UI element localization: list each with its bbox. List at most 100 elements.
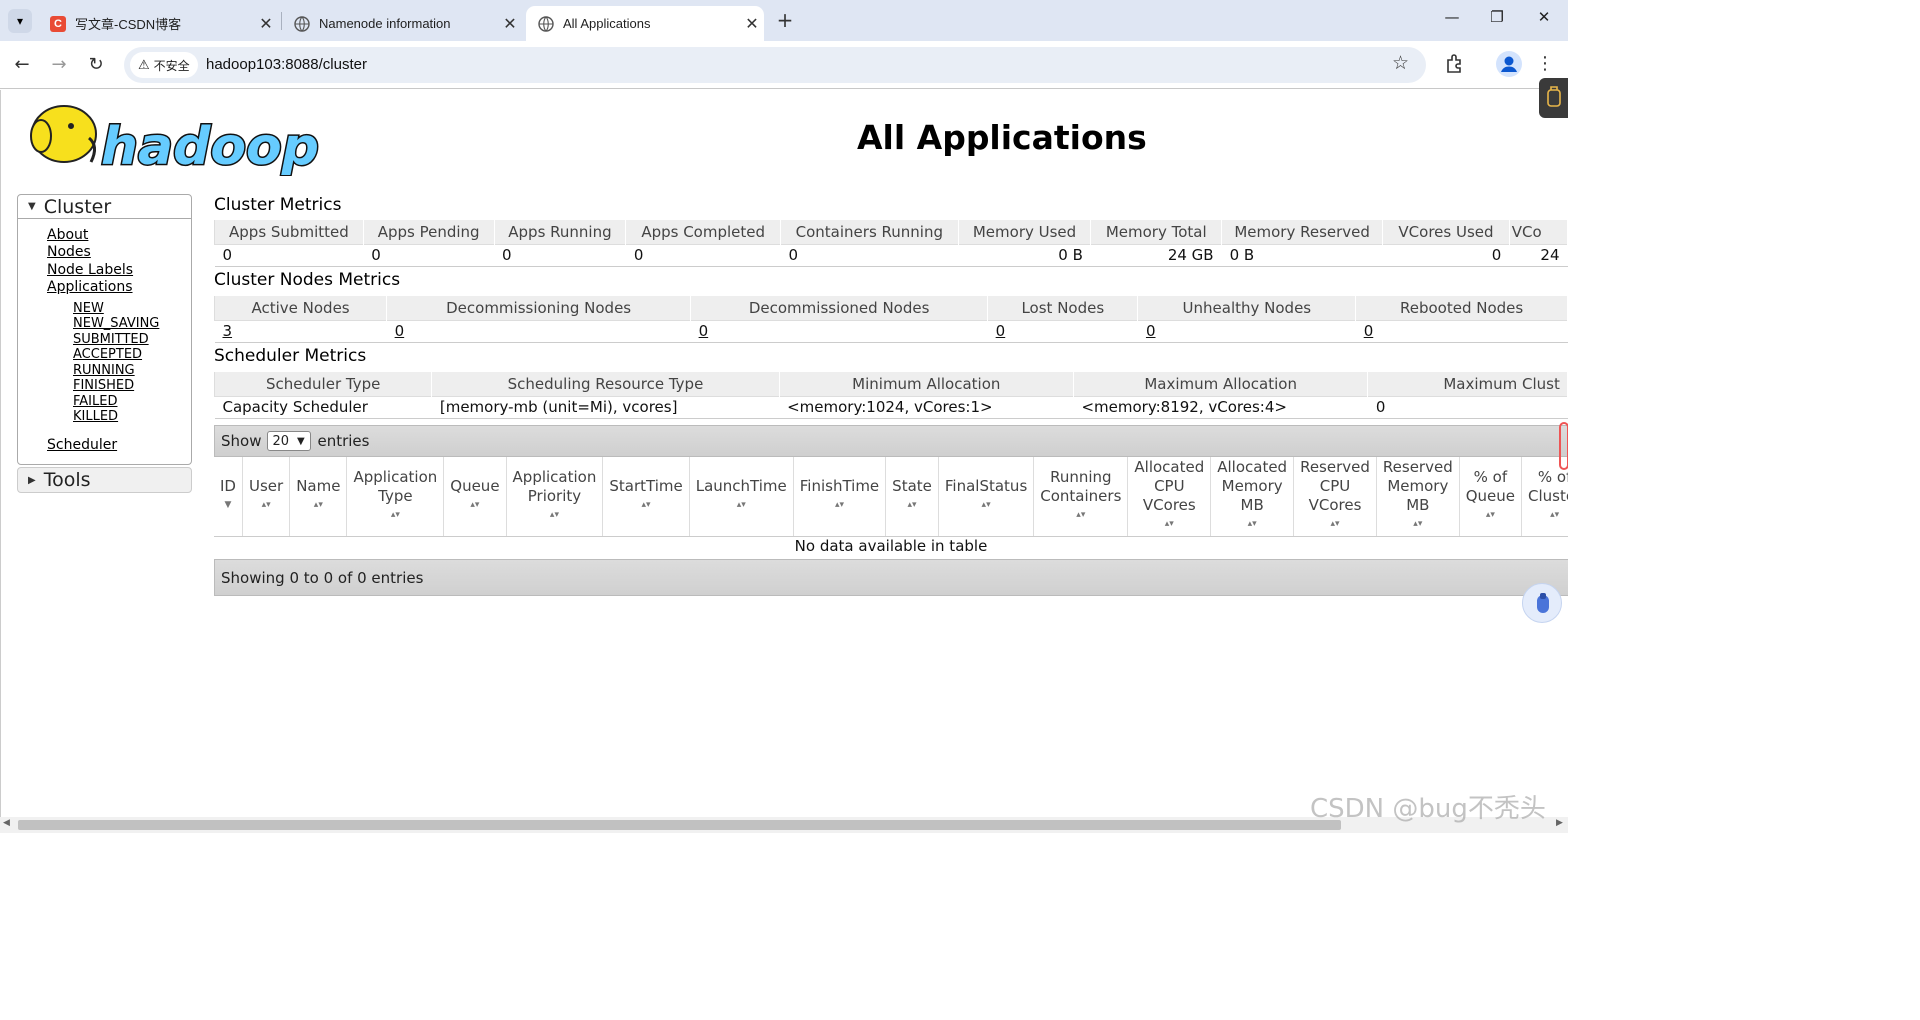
nav-app-accepted[interactable]: ACCEPTED — [73, 347, 142, 362]
close-tab-icon[interactable]: ✕ — [254, 14, 278, 34]
sort-icon: ▴▾ — [907, 500, 917, 511]
metric-value: 0 — [780, 243, 959, 267]
close-tab-icon[interactable]: ✕ — [740, 14, 764, 34]
chevron-down-icon: ▼ — [297, 435, 305, 447]
security-chip[interactable]: ⚠ 不安全 — [130, 52, 198, 78]
decommissioned-nodes-link[interactable]: 0 — [699, 322, 709, 340]
nav-app-failed[interactable]: FAILED — [73, 394, 117, 409]
app-col-header[interactable]: Running Containers ▴▾ — [1033, 457, 1129, 537]
sort-icon: ▴▾ — [1164, 519, 1174, 530]
cluster-label: Cluster — [43, 195, 112, 218]
side-panel-toggle-icon[interactable] — [1539, 78, 1568, 118]
col-header: Minimum Allocation — [778, 372, 1074, 396]
decommissioning-nodes-link[interactable]: 0 — [395, 322, 405, 340]
app-col-label: FinishTime — [799, 477, 880, 496]
unhealthy-nodes-link[interactable]: 0 — [1146, 322, 1156, 340]
scrollbar-thumb[interactable] — [18, 820, 1341, 830]
tab-csdn[interactable]: C 写文章-CSDN博客 ✕ — [38, 6, 278, 41]
scheduler-value: Capacity Scheduler — [214, 395, 432, 419]
nav-applications[interactable]: Applications — [47, 279, 133, 295]
app-col-header[interactable]: FinishTime ▴▾ — [793, 457, 887, 537]
nav-scheduler[interactable]: Scheduler — [47, 437, 117, 453]
nav-app-running[interactable]: RUNNING — [73, 363, 135, 378]
scheduler-value: 0 — [1367, 395, 1568, 419]
address-bar[interactable]: ⚠ 不安全 hadoop103:8088/cluster ☆ — [124, 47, 1426, 83]
back-icon[interactable]: ← — [10, 53, 34, 77]
app-col-header[interactable]: Queue ▴▾ — [443, 457, 507, 537]
window-close-icon[interactable]: ✕ — [1524, 8, 1564, 32]
app-col-header[interactable]: User ▴▾ — [242, 457, 291, 537]
app-col-label: Name — [296, 477, 341, 496]
tab-namenode[interactable]: Namenode information ✕ — [282, 6, 522, 41]
nav-nodes[interactable]: Nodes — [47, 244, 91, 260]
minimize-icon[interactable]: — — [1432, 8, 1472, 32]
col-header: Memory Reserved — [1221, 220, 1384, 244]
app-col-label: Allocated Memory MB — [1217, 458, 1288, 515]
nav-app-new[interactable]: NEW — [73, 301, 104, 316]
app-col-label: Application Type — [353, 467, 438, 505]
app-col-header[interactable]: Reserved Memory MB ▴▾ — [1376, 457, 1460, 537]
app-col-label: Application Priority — [512, 467, 597, 505]
scroll-right-icon[interactable]: ▶ — [1556, 818, 1563, 828]
app-col-label: Queue — [450, 477, 500, 496]
lost-nodes-link[interactable]: 0 — [996, 322, 1006, 340]
nav-about[interactable]: About — [47, 227, 88, 243]
watermark: CSDN @bug不秃头 — [1310, 794, 1546, 824]
nav-node-labels[interactable]: Node Labels — [47, 262, 133, 278]
tools-nav[interactable]: ▶ Tools — [17, 467, 192, 493]
url-text[interactable]: hadoop103:8088/cluster — [206, 56, 367, 73]
app-col-label: % of Cluster — [1528, 467, 1568, 505]
app-col-header[interactable]: Application Type ▴▾ — [346, 457, 445, 537]
page-title: All Applications — [857, 118, 1147, 157]
tab-all-applications[interactable]: All Applications ✕ — [526, 6, 764, 41]
nav-app-new-saving[interactable]: NEW_SAVING — [73, 316, 159, 331]
app-col-header[interactable]: ID ▼ — [214, 457, 243, 537]
app-col-header[interactable]: % of Queue ▴▾ — [1459, 457, 1523, 537]
empty-table-message: No data available in table — [794, 537, 988, 555]
nav-app-submitted[interactable]: SUBMITTED — [73, 332, 149, 347]
nav-app-killed[interactable]: KILLED — [73, 409, 118, 424]
sort-icon: ▴▾ — [470, 500, 480, 511]
close-tab-icon[interactable]: ✕ — [498, 14, 522, 34]
browser-tab-strip: ▾ C 写文章-CSDN博客 ✕ Namenode information ✕ … — [0, 0, 1568, 41]
restore-icon[interactable]: ❐ — [1477, 8, 1517, 32]
app-col-header[interactable]: StartTime ▴▾ — [602, 457, 690, 537]
sort-icon: ▴▾ — [549, 509, 559, 520]
app-col-header[interactable]: Allocated Memory MB ▴▾ — [1210, 457, 1295, 537]
profile-avatar[interactable] — [1496, 51, 1522, 77]
app-col-label: ID — [220, 477, 236, 496]
nav-app-finished[interactable]: FINISHED — [73, 378, 134, 393]
entries-label: entries — [317, 432, 370, 450]
active-nodes-link[interactable]: 3 — [223, 322, 233, 340]
app-col-header[interactable]: State ▴▾ — [885, 457, 939, 537]
new-tab-button[interactable]: + — [772, 8, 798, 34]
menu-kebab-icon[interactable]: ⋮ — [1536, 53, 1554, 74]
col-header: Apps Submitted — [214, 220, 364, 244]
reload-icon[interactable]: ↻ — [84, 53, 108, 77]
app-col-header[interactable]: Reserved CPU VCores ▴▾ — [1293, 457, 1377, 537]
app-col-label: User — [248, 477, 284, 496]
app-col-header[interactable]: Name ▴▾ — [289, 457, 348, 537]
app-col-header[interactable]: LaunchTime ▴▾ — [689, 457, 794, 537]
tab-search-button[interactable]: ▾ — [8, 9, 32, 33]
app-col-label: Reserved Memory MB — [1382, 458, 1453, 515]
cluster-nav-header[interactable]: ▼ Cluster — [18, 195, 191, 219]
forward-icon[interactable]: → — [47, 53, 71, 77]
app-col-label: LaunchTime — [695, 477, 787, 496]
scheduler-metrics-title: Scheduler Metrics — [214, 346, 367, 366]
app-col-header[interactable]: Allocated CPU VCores ▴▾ — [1127, 457, 1212, 537]
floating-assistant-icon[interactable] — [1522, 583, 1562, 623]
scroll-left-icon[interactable]: ◀ — [3, 818, 10, 828]
extensions-icon[interactable] — [1444, 52, 1466, 74]
col-header: Containers Running — [779, 220, 959, 244]
metric-value: 0 — [363, 243, 495, 267]
entries-select[interactable]: 20 ▼ — [267, 431, 312, 451]
app-col-header[interactable]: Application Priority ▴▾ — [506, 457, 604, 537]
sort-icon: ▴▾ — [1413, 519, 1423, 530]
rebooted-nodes-link[interactable]: 0 — [1364, 322, 1374, 340]
sort-icon: ▴▾ — [313, 500, 323, 511]
col-header: Maximum Allocation — [1072, 372, 1369, 396]
node-metrics-table: Active Nodes Decommissioning Nodes Decom… — [213, 296, 1568, 343]
app-col-header[interactable]: FinalStatus ▴▾ — [938, 457, 1035, 537]
bookmark-star-icon[interactable]: ☆ — [1392, 52, 1409, 75]
